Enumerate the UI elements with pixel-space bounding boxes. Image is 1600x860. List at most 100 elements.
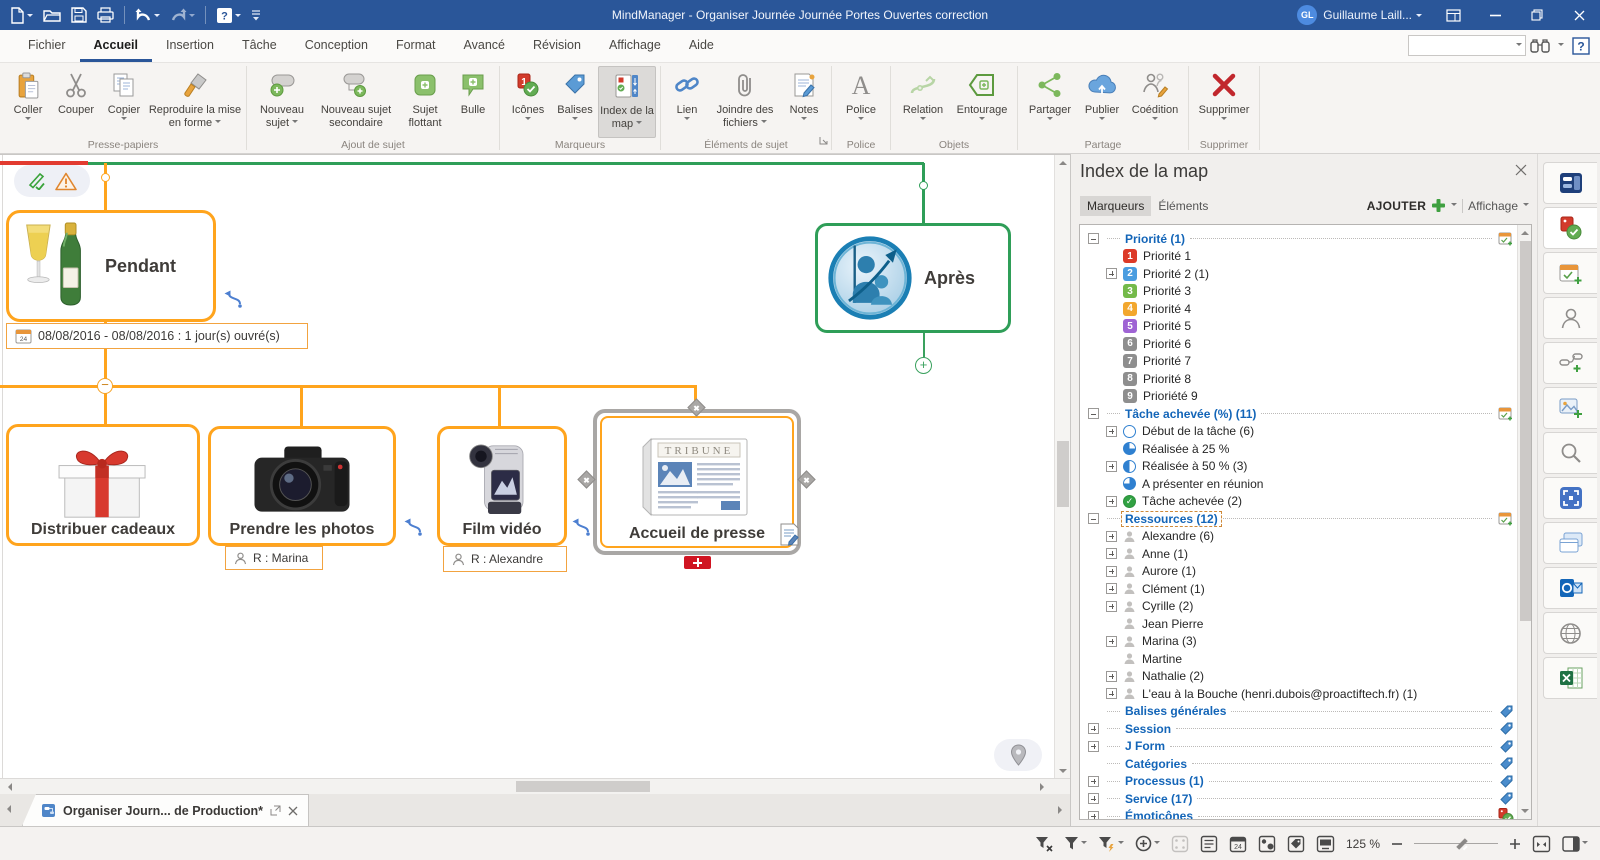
tree-item-label[interactable]: Priorité 1 <box>1143 249 1191 263</box>
tree-item[interactable]: Réalisée à 50 % (3) <box>1080 458 1516 476</box>
tree-item[interactable]: Aurore (1) <box>1080 563 1516 581</box>
expand-expander-icon[interactable] <box>1088 793 1099 804</box>
tree-item[interactable]: Réalisée à 25 % <box>1080 440 1516 458</box>
paste-button[interactable]: Coller <box>4 66 52 138</box>
tree-section-tache-achevee[interactable]: Tâche achevée (%) (11) <box>1080 405 1516 423</box>
share-button[interactable]: Partager <box>1022 66 1078 138</box>
scroll-left-arrow[interactable] <box>4 783 12 791</box>
tree-section-categories[interactable]: Catégories <box>1080 755 1516 773</box>
expand-expander-icon[interactable] <box>1106 268 1117 279</box>
tab-insertion[interactable]: Insertion <box>152 30 228 62</box>
publish-button[interactable]: Publier <box>1078 66 1126 138</box>
tab-conception[interactable]: Conception <box>291 30 382 62</box>
tree-scrollbar[interactable] <box>1517 225 1531 819</box>
tree-item[interactable]: Clément (1) <box>1080 580 1516 598</box>
map-index-button[interactable]: Index de la map <box>598 66 656 138</box>
add-button[interactable]: AJOUTER <box>1367 199 1426 213</box>
panels-layout-button[interactable] <box>1562 836 1588 852</box>
topic-distribuer-cadeaux[interactable]: Distribuer cadeaux <box>6 424 200 546</box>
callout-button[interactable]: Bulle <box>451 66 495 138</box>
panel-collapse-arrow[interactable] <box>1058 806 1066 814</box>
tree-section-label[interactable]: Catégories <box>1122 757 1190 771</box>
avatar[interactable]: GL <box>1297 5 1317 25</box>
user-menu-chevron-icon[interactable] <box>1416 14 1422 20</box>
boundary-button[interactable]: Entourage <box>951 66 1013 138</box>
view-chevron-icon[interactable] <box>1523 203 1529 209</box>
presentation-view-button[interactable] <box>1316 835 1335 853</box>
schedule-view-button[interactable]: 24 <box>1229 835 1247 853</box>
tree-item-label[interactable]: Anne (1) <box>1142 547 1188 561</box>
zoom-out-button[interactable] <box>1391 838 1403 850</box>
tree-section-label[interactable]: Priorité (1) <box>1122 232 1188 246</box>
pane-tab-windows[interactable] <box>1543 522 1597 564</box>
expand-expander-icon[interactable] <box>1106 426 1117 437</box>
restore-button[interactable] <box>1516 0 1558 30</box>
relationship-indicator-icon[interactable] <box>222 289 244 309</box>
resource-label-marina[interactable]: R : Marina <box>225 546 323 570</box>
topic-pendant[interactable]: Pendant <box>6 210 216 322</box>
scroll-up-arrow[interactable] <box>1059 157 1067 165</box>
tab-affichage[interactable]: Affichage <box>595 30 675 62</box>
tree-section-ressources[interactable]: Ressources (12) <box>1080 510 1516 528</box>
resource-label-alexandre[interactable]: R : Alexandre <box>443 546 567 572</box>
pane-tab-library[interactable] <box>1543 387 1597 429</box>
tree-section-label[interactable]: Émoticônes <box>1122 809 1196 820</box>
add-marker-badge[interactable] <box>684 556 711 569</box>
expand-expander-icon[interactable] <box>1088 811 1099 820</box>
tree-item[interactable]: 6Priorité 6 <box>1080 335 1516 353</box>
tree-section-service[interactable]: Service (17) <box>1080 790 1516 808</box>
tree-item-label[interactable]: Priorité 8 <box>1143 372 1191 386</box>
tree-item[interactable]: Anne (1) <box>1080 545 1516 563</box>
section-calendar-plus-slot[interactable] <box>1494 406 1514 421</box>
tab-aide[interactable]: Aide <box>675 30 728 62</box>
tree-item[interactable]: 5Priorité 5 <box>1080 318 1516 336</box>
horizontal-scrollbar[interactable] <box>0 778 1070 794</box>
tree-section-label[interactable]: Service (17) <box>1122 792 1195 806</box>
tree-item-label[interactable]: Priorité 5 <box>1143 319 1191 333</box>
tree-item-label[interactable]: Priorité 2 (1) <box>1143 267 1209 281</box>
topic-accueil-de-presse[interactable]: TRIBUNE Accueil de presse <box>593 409 801 555</box>
tree-item-label[interactable]: Début de la tâche (6) <box>1142 424 1254 438</box>
find-binoculars-button[interactable] <box>1530 38 1550 54</box>
expand-expander-icon[interactable] <box>1088 723 1099 734</box>
copy-button[interactable]: Copier <box>100 66 148 138</box>
topic-film-video[interactable]: Film vidéo <box>437 426 567 546</box>
find-chevron-icon[interactable] <box>1558 43 1564 49</box>
tree-item[interactable]: Début de la tâche (6) <box>1080 423 1516 441</box>
new-topic-button[interactable]: Nouveau sujet <box>251 66 313 138</box>
tree-section-processus[interactable]: Processus (1) <box>1080 773 1516 791</box>
add-chevron-icon[interactable] <box>1451 203 1457 209</box>
relationship-indicator-icon[interactable] <box>570 517 592 537</box>
tab-elements[interactable]: Éléments <box>1151 196 1215 216</box>
outline-view-button[interactable] <box>1200 835 1218 853</box>
cut-button[interactable]: Couper <box>52 66 100 138</box>
dialog-launcher-icon[interactable] <box>819 132 828 150</box>
tag-icon[interactable] <box>1499 774 1514 789</box>
close-tab-icon[interactable] <box>288 806 298 816</box>
tree-section-label[interactable]: J Form <box>1122 739 1168 753</box>
customize-qat-button[interactable] <box>251 9 261 21</box>
expand-expander-icon[interactable] <box>1106 636 1117 647</box>
link-button[interactable]: Lien <box>665 66 709 138</box>
float-window-icon[interactable] <box>270 805 281 816</box>
undo-button[interactable] <box>135 8 160 23</box>
tree-item-label[interactable]: A présenter en réunion <box>1142 477 1263 491</box>
expand-expander-icon[interactable] <box>1106 688 1117 699</box>
tree-item[interactable]: Jean Pierre <box>1080 615 1516 633</box>
tag-icon[interactable] <box>1499 791 1514 806</box>
section-tag-slot[interactable] <box>1494 774 1514 789</box>
location-pill[interactable] <box>994 739 1042 771</box>
section-tag-slot[interactable] <box>1494 704 1514 719</box>
tree-item-label[interactable]: Aurore (1) <box>1142 564 1196 578</box>
section-tag-slot[interactable] <box>1494 756 1514 771</box>
scroll-right-arrow[interactable] <box>1040 783 1048 791</box>
tree-item-label[interactable]: Jean Pierre <box>1142 617 1203 631</box>
collapse-expander-icon[interactable] <box>1088 513 1099 524</box>
pane-tab-map-parts[interactable] <box>1543 162 1597 204</box>
expand-expander-icon[interactable] <box>1106 583 1117 594</box>
power-filter-button[interactable] <box>1098 836 1124 852</box>
tree-item-label[interactable]: Priorité 4 <box>1143 302 1191 316</box>
topic-apres[interactable]: Après <box>815 223 1011 333</box>
user-name[interactable]: Guillaume Laill... <box>1323 8 1412 22</box>
save-button[interactable] <box>71 7 87 23</box>
